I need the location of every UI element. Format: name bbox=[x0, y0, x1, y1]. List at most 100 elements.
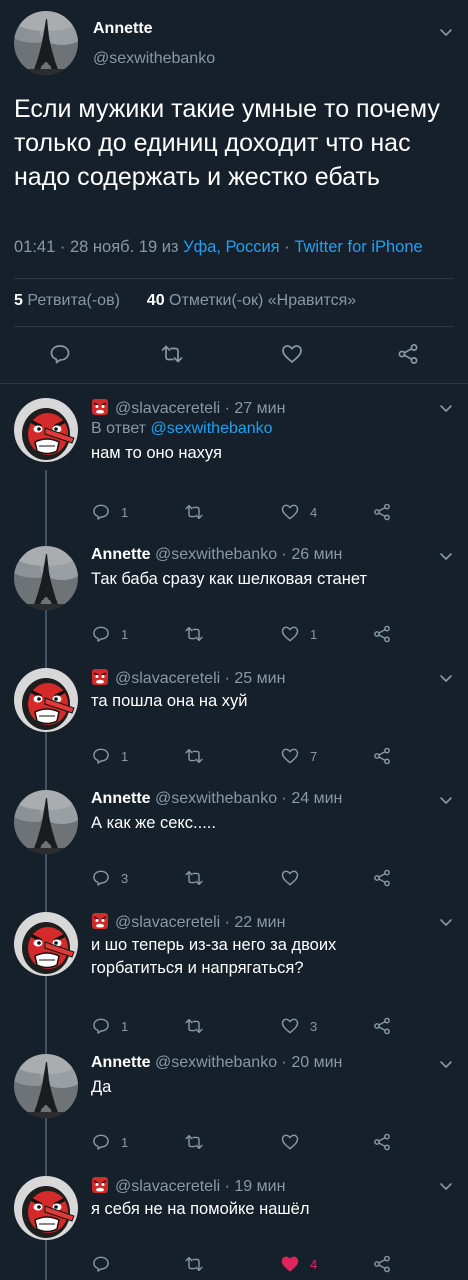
chevron-down-icon[interactable] bbox=[438, 914, 454, 930]
speech-bubble-icon bbox=[93, 626, 109, 642]
author-handle[interactable]: @slavacereteli bbox=[115, 400, 220, 417]
reply-header: @slavacereteli · 22 мин bbox=[91, 912, 285, 932]
chevron-down-icon[interactable] bbox=[438, 1056, 454, 1072]
speech-bubble-icon bbox=[93, 870, 109, 886]
like-button[interactable]: 4 bbox=[280, 1250, 317, 1278]
reply-tweet[interactable]: Annette @sexwithebanko · 26 мин Так баба … bbox=[0, 534, 468, 656]
chevron-down-icon[interactable] bbox=[438, 400, 454, 416]
share-button[interactable] bbox=[372, 620, 392, 648]
oni-emoji-icon bbox=[91, 668, 109, 686]
author-name[interactable]: Annette bbox=[91, 1054, 151, 1071]
reply-button[interactable]: 1 bbox=[91, 498, 128, 526]
oni-emoji-icon bbox=[91, 1176, 109, 1194]
retweet-button[interactable] bbox=[184, 1250, 214, 1278]
like-button[interactable] bbox=[280, 864, 310, 892]
author-name[interactable]: Annette bbox=[91, 790, 151, 807]
location-link[interactable]: Уфа, Россия bbox=[183, 238, 280, 256]
avatar[interactable] bbox=[14, 11, 78, 75]
retweet-button[interactable] bbox=[184, 620, 214, 648]
reply-tweet[interactable]: @slavacereteli · 25 мин та пошла она на х… bbox=[0, 656, 468, 778]
chevron-down-icon[interactable] bbox=[438, 24, 454, 40]
reply-time: 20 мин bbox=[291, 1054, 343, 1071]
avatar[interactable] bbox=[14, 790, 78, 854]
share-button[interactable] bbox=[372, 864, 392, 892]
reply-button[interactable]: 1 bbox=[91, 1128, 128, 1156]
retweet-arrows-icon bbox=[185, 1257, 203, 1271]
author-handle[interactable]: @sexwithebanko bbox=[155, 1054, 277, 1071]
heart-icon bbox=[282, 345, 302, 363]
reply-actions: 14 bbox=[0, 498, 468, 524]
reply-header: @slavacereteli · 25 мин bbox=[91, 668, 285, 688]
reply-actions: 3 bbox=[0, 864, 468, 890]
share-button[interactable] bbox=[396, 340, 420, 368]
retweet-arrows-icon bbox=[185, 505, 203, 519]
like-button[interactable]: 7 bbox=[280, 742, 317, 770]
author-handle[interactable]: @slavacereteli bbox=[115, 1178, 220, 1195]
reply-header: Annette @sexwithebanko · 26 мин bbox=[91, 546, 343, 563]
author-name[interactable]: Annette bbox=[91, 546, 151, 563]
reply-button[interactable]: 3 bbox=[91, 864, 128, 892]
reply-tweet[interactable]: @slavacereteli · 19 мин я себя не на помо… bbox=[0, 1164, 468, 1280]
heart-icon bbox=[281, 504, 299, 520]
chevron-down-icon[interactable] bbox=[438, 670, 454, 686]
likes-stat[interactable]: 40 Отметки(-ок) «Нравится» bbox=[147, 292, 356, 309]
divider bbox=[14, 278, 454, 279]
oni-emoji-icon bbox=[91, 398, 109, 416]
tweet-meta: 01:41 · 28 нояб. 19 из Уфа, Россия · Twi… bbox=[14, 238, 423, 256]
retweet-button[interactable] bbox=[184, 1012, 214, 1040]
reply-tweet[interactable]: Annette @sexwithebanko · 24 мин А как же … bbox=[0, 778, 468, 900]
reply-text: я себя не на помойке нашёл bbox=[91, 1200, 310, 1218]
chevron-down-icon[interactable] bbox=[438, 548, 454, 564]
reply-button[interactable]: 1 bbox=[91, 742, 128, 770]
retweet-button[interactable] bbox=[184, 864, 214, 892]
reply-tweet[interactable]: @slavacereteli · 27 мин В ответ @sexwithe… bbox=[0, 386, 468, 534]
main-tweet[interactable]: Annette @sexwithebanko Если мужики такие… bbox=[0, 0, 468, 384]
avatar[interactable] bbox=[14, 1176, 78, 1240]
author-handle[interactable]: @sexwithebanko bbox=[93, 50, 215, 68]
avatar[interactable] bbox=[14, 546, 78, 610]
oni-emoji-icon bbox=[91, 912, 109, 930]
reply-actions: 1 bbox=[0, 1128, 468, 1154]
reply-tweet[interactable]: @slavacereteli · 22 мин и шо теперь из-за… bbox=[0, 900, 468, 1042]
avatar[interactable] bbox=[14, 1054, 78, 1118]
reply-button[interactable]: 1 bbox=[91, 620, 128, 648]
author-handle[interactable]: @slavacereteli bbox=[115, 914, 220, 931]
like-button[interactable]: 3 bbox=[280, 1012, 317, 1040]
retweets-stat[interactable]: 5 Ретвита(-ов) bbox=[14, 292, 120, 309]
reply-button[interactable] bbox=[48, 340, 72, 368]
chevron-down-icon[interactable] bbox=[438, 1178, 454, 1194]
share-button[interactable] bbox=[372, 1250, 392, 1278]
retweet-button[interactable] bbox=[184, 1128, 214, 1156]
avatar[interactable] bbox=[14, 668, 78, 732]
share-nodes-icon bbox=[398, 344, 418, 364]
heart-icon bbox=[281, 1134, 299, 1150]
reply-button[interactable]: 1 bbox=[91, 1012, 128, 1040]
author-handle[interactable]: @slavacereteli bbox=[115, 670, 220, 687]
author-handle[interactable]: @sexwithebanko bbox=[155, 546, 277, 563]
like-button[interactable]: 4 bbox=[280, 498, 317, 526]
share-nodes-icon bbox=[374, 1255, 390, 1273]
source-link[interactable]: Twitter for iPhone bbox=[294, 238, 422, 256]
reply-count: 1 bbox=[121, 1134, 129, 1150]
share-nodes-icon bbox=[374, 625, 390, 643]
reply-button[interactable] bbox=[91, 1250, 121, 1278]
share-button[interactable] bbox=[372, 498, 392, 526]
share-button[interactable] bbox=[372, 1012, 392, 1040]
share-button[interactable] bbox=[372, 1128, 392, 1156]
author-handle[interactable]: @sexwithebanko bbox=[155, 790, 277, 807]
retweet-button[interactable] bbox=[160, 340, 184, 368]
reply-time: 26 мин bbox=[291, 546, 343, 563]
like-button[interactable]: 1 bbox=[280, 620, 317, 648]
reply-tweet[interactable]: Annette @sexwithebanko · 20 мин Да 1 bbox=[0, 1042, 468, 1164]
like-button[interactable] bbox=[280, 1128, 310, 1156]
share-button[interactable] bbox=[372, 742, 392, 770]
reply-to-handle[interactable]: @sexwithebanko bbox=[150, 420, 272, 437]
author-name[interactable]: Annette bbox=[93, 20, 153, 38]
chevron-down-icon[interactable] bbox=[438, 792, 454, 808]
retweet-button[interactable] bbox=[184, 498, 214, 526]
reply-header: @slavacereteli · 27 мин bbox=[91, 398, 285, 418]
avatar[interactable] bbox=[14, 398, 78, 462]
like-button[interactable] bbox=[280, 340, 304, 368]
retweet-button[interactable] bbox=[184, 742, 214, 770]
avatar[interactable] bbox=[14, 912, 78, 976]
